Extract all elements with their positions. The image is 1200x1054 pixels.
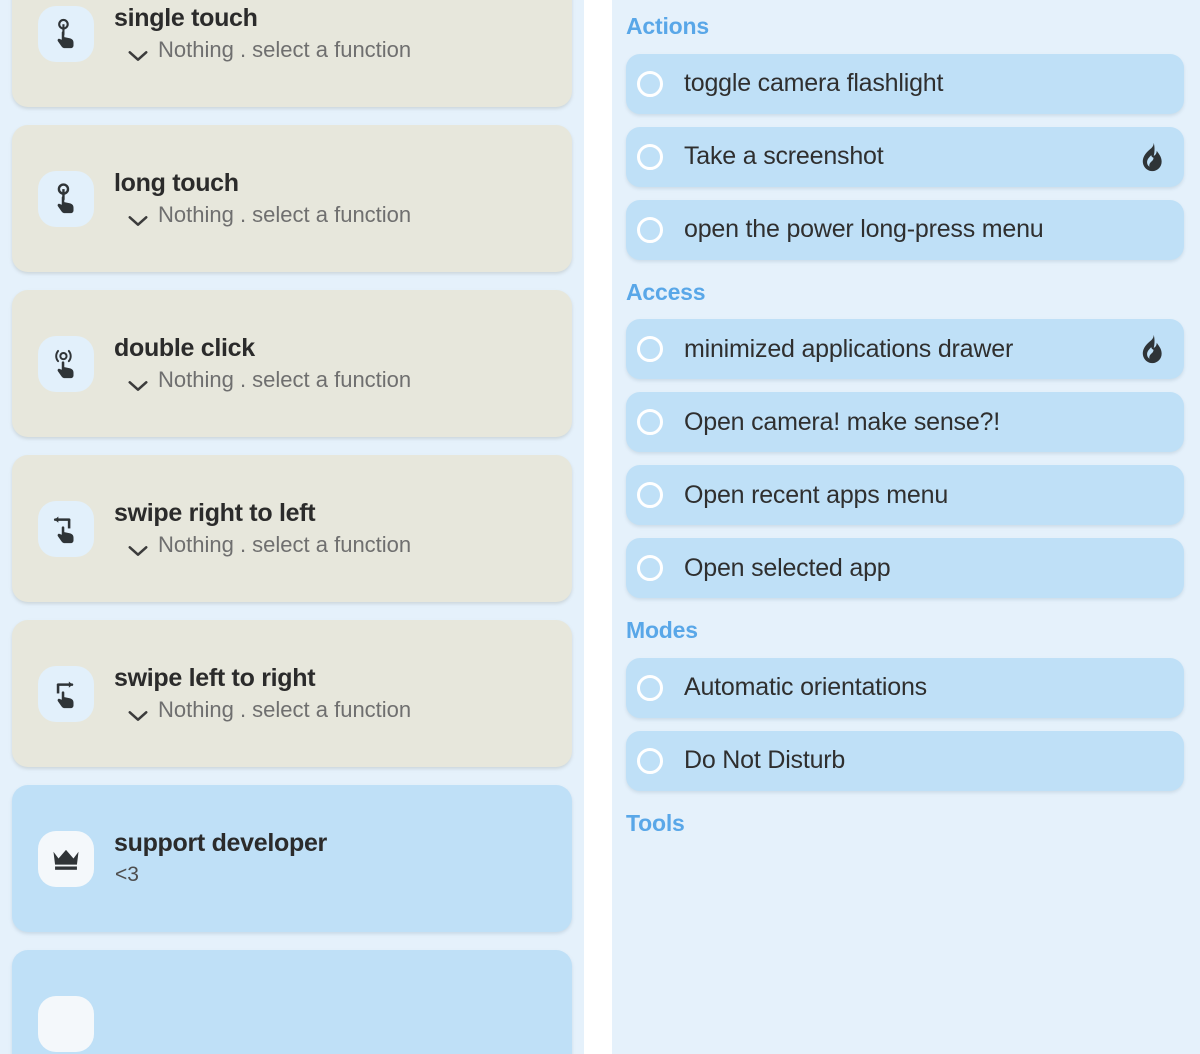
gesture-card-double-click[interactable]: double click Nothing . select a function xyxy=(12,290,572,437)
flame-icon xyxy=(1142,142,1162,171)
gesture-card-subtitle-row[interactable]: Nothing . select a function xyxy=(114,697,554,722)
function-item[interactable]: open the power long-press menu xyxy=(626,199,1184,260)
function-item[interactable]: minimized applications drawer xyxy=(626,319,1184,380)
chevron-down-icon[interactable] xyxy=(127,43,149,61)
gesture-card-text: swipe left to right Nothing . select a f… xyxy=(114,664,572,722)
function-item-label: Do Not Disturb xyxy=(684,746,846,775)
chevron-down-icon xyxy=(128,546,148,556)
chevron-down-icon xyxy=(128,381,148,391)
function-item-label: Open camera! make sense?! xyxy=(684,407,1000,436)
section-header-access: Access xyxy=(626,278,706,305)
chevron-down-icon xyxy=(128,51,148,61)
gesture-card-support-developer[interactable]: support developer <3 xyxy=(12,785,572,932)
gesture-card-text: long touch Nothing . select a function xyxy=(114,169,572,227)
gesture-card-subtitle: Nothing . select a function xyxy=(158,202,412,228)
radio-button[interactable] xyxy=(637,143,663,170)
chevron-down-icon[interactable] xyxy=(127,208,149,226)
function-item[interactable]: Automatic orientations xyxy=(626,657,1184,718)
radio-button[interactable] xyxy=(637,409,663,436)
gesture-card-title: swipe right to left xyxy=(114,499,316,528)
function-item-label: Automatic orientations xyxy=(684,673,927,702)
radio-button[interactable] xyxy=(637,336,663,363)
function-item[interactable]: Open selected app xyxy=(626,538,1184,599)
panel-divider xyxy=(584,0,612,1054)
single-tap-icon xyxy=(57,18,74,48)
gesture-card-title: double click xyxy=(114,334,255,363)
gesture-card-title: long touch xyxy=(114,169,239,198)
gesture-card-text: double click Nothing . select a function xyxy=(114,334,572,392)
gesture-card-subtitle: Nothing . select a function xyxy=(158,697,412,723)
radio-button[interactable] xyxy=(637,70,663,97)
radio-button[interactable] xyxy=(637,674,663,701)
gesture-card-swipe-left-to-right[interactable]: swipe left to right Nothing . select a f… xyxy=(12,620,572,767)
swipe-right-arrow-icon xyxy=(56,681,74,708)
flame-icon[interactable] xyxy=(1139,142,1165,172)
gesture-card-subtitle: Nothing . select a function xyxy=(158,532,412,558)
gesture-card-title: single touch xyxy=(114,4,258,33)
crown-icon xyxy=(53,849,79,870)
radio-button[interactable] xyxy=(637,555,663,582)
gestures-panel: single touch Nothing . select a function… xyxy=(0,0,584,1054)
gesture-card-subtitle-row[interactable]: Nothing . select a function xyxy=(114,532,554,557)
gesture-card-subtitle: Nothing . select a function xyxy=(158,37,412,63)
gesture-icon-chip xyxy=(38,170,94,227)
function-item-label: Open recent apps menu xyxy=(684,480,949,509)
function-item-label: Take a screenshot xyxy=(684,142,884,171)
long-press-icon xyxy=(57,182,74,213)
gesture-icon-chip xyxy=(38,335,94,392)
radio-button[interactable] xyxy=(637,747,663,774)
chevron-down-icon xyxy=(128,216,148,226)
function-item-label: open the power long-press menu xyxy=(684,215,1044,244)
gesture-card-subtitle-row[interactable]: Nothing . select a function xyxy=(114,37,554,62)
gesture-card-partial[interactable] xyxy=(12,950,572,1054)
function-item[interactable]: Take a screenshot xyxy=(626,126,1184,187)
gesture-card-single-touch[interactable]: single touch Nothing . select a function xyxy=(12,0,572,107)
gesture-card-title: swipe left to right xyxy=(114,664,316,693)
function-item[interactable]: Do Not Disturb xyxy=(626,730,1184,791)
swipe-left-arrow-icon xyxy=(53,516,74,543)
gesture-card-text: support developer <3 xyxy=(114,829,572,887)
gesture-icon-chip xyxy=(38,500,94,557)
gesture-icon-chip xyxy=(38,665,94,722)
gesture-icon-chip xyxy=(38,995,94,1052)
gesture-card-long-touch[interactable]: long touch Nothing . select a function xyxy=(12,125,572,272)
functions-panel: Actions toggle camera flashlight Take a … xyxy=(612,0,1200,1054)
gesture-card-text: single touch Nothing . select a function xyxy=(114,4,572,62)
section-header-tools: Tools xyxy=(626,809,685,836)
chevron-down-icon[interactable] xyxy=(127,373,149,391)
section-header-actions: Actions xyxy=(626,13,709,39)
radio-button[interactable] xyxy=(637,216,663,243)
gesture-card-subtitle: <3 xyxy=(115,863,139,887)
gesture-icon-chip xyxy=(38,830,94,887)
gesture-card-subtitle: Nothing . select a function xyxy=(158,367,412,393)
gesture-card-swipe-right-to-left[interactable]: swipe right to left Nothing . select a f… xyxy=(12,455,572,602)
function-item-label: minimized applications drawer xyxy=(684,334,1014,363)
function-item-label: toggle camera flashlight xyxy=(684,69,944,98)
function-item[interactable]: toggle camera flashlight xyxy=(626,53,1184,114)
app-root: single touch Nothing . select a function… xyxy=(0,0,1200,1054)
function-item[interactable]: Open camera! make sense?! xyxy=(626,392,1184,453)
function-item[interactable]: Open recent apps menu xyxy=(626,465,1184,526)
chevron-down-icon xyxy=(128,711,148,721)
radio-button[interactable] xyxy=(637,482,663,509)
gesture-card-list: single touch Nothing . select a function… xyxy=(0,0,584,1054)
double-tap-icon xyxy=(55,349,74,378)
gesture-card-text: swipe right to left Nothing . select a f… xyxy=(114,499,572,557)
flame-icon xyxy=(1142,335,1162,364)
function-section-list: Actions toggle camera flashlight Take a … xyxy=(612,0,1200,837)
gesture-card-subtitle-row[interactable]: Nothing . select a function xyxy=(114,367,554,392)
gesture-card-subtitle-row[interactable]: Nothing . select a function xyxy=(114,202,554,227)
chevron-down-icon[interactable] xyxy=(127,703,149,721)
gesture-card-title: support developer xyxy=(114,829,327,858)
section-header-modes: Modes xyxy=(626,617,698,644)
gesture-icon-chip xyxy=(38,5,94,62)
flame-icon[interactable] xyxy=(1139,334,1165,364)
chevron-down-icon[interactable] xyxy=(127,538,149,556)
function-item-label: Open selected app xyxy=(684,553,891,582)
